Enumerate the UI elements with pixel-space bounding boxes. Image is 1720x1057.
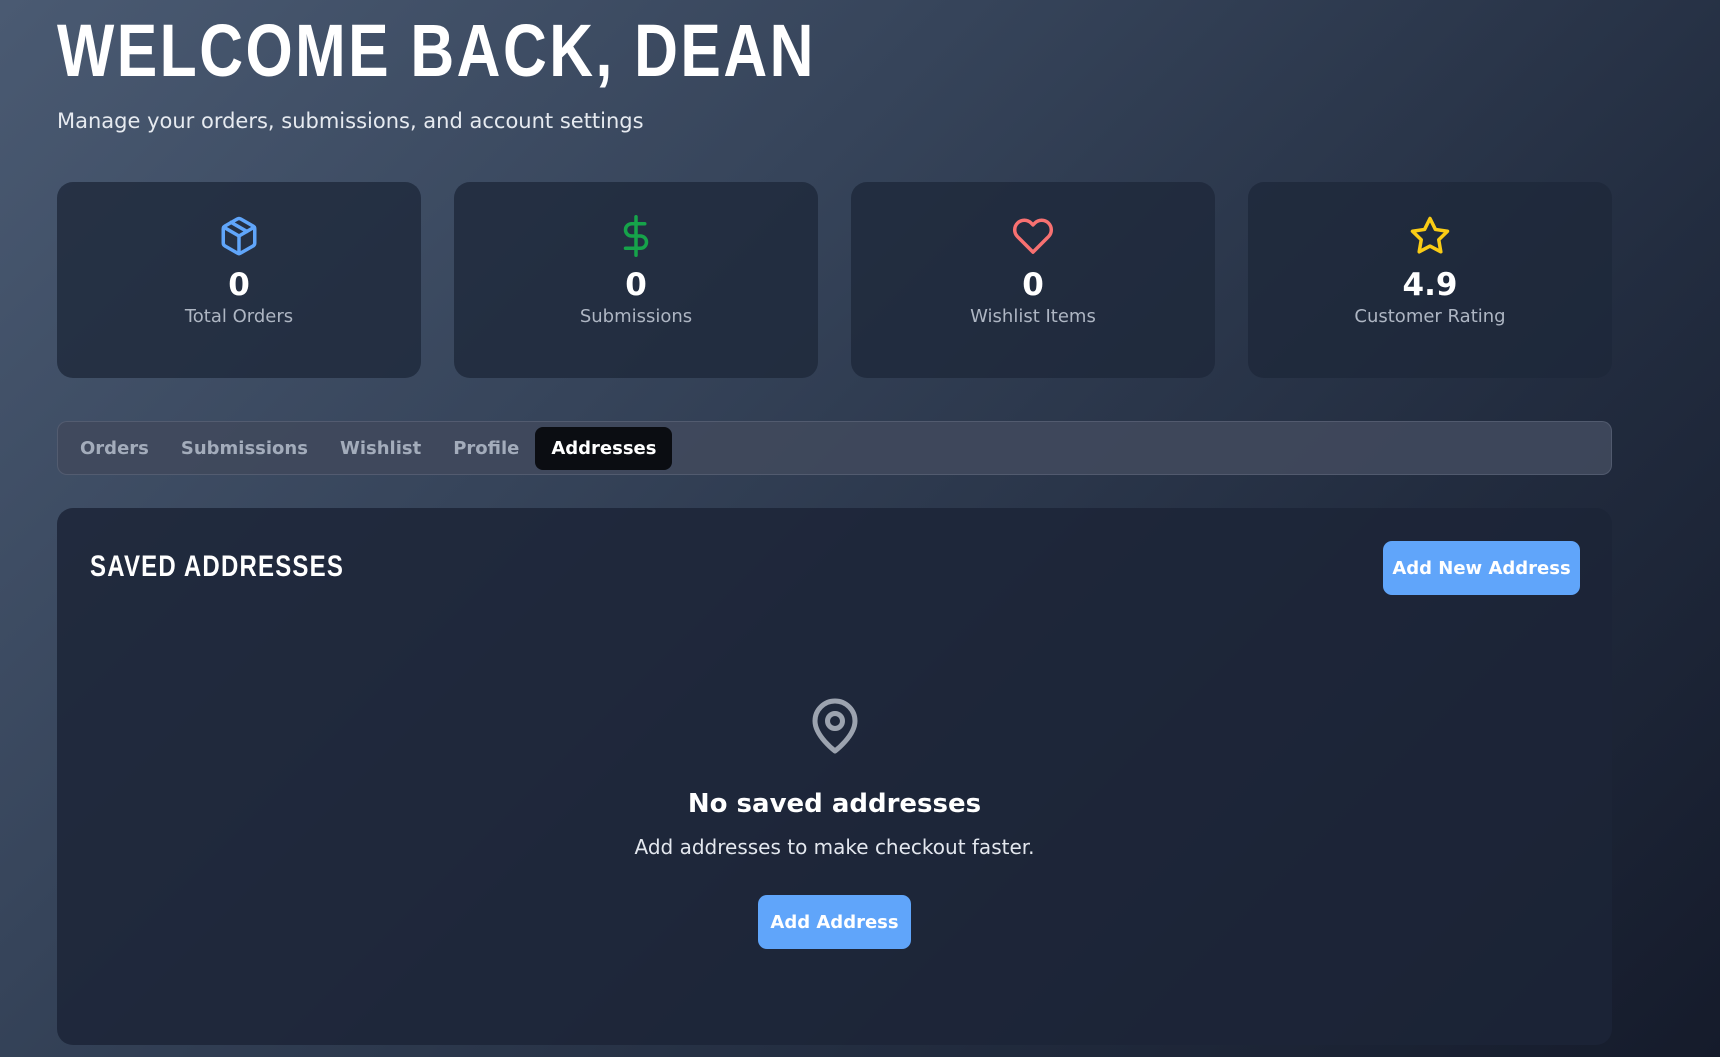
- star-icon: [1408, 214, 1452, 258]
- stat-value: 0: [228, 267, 250, 303]
- tab-profile[interactable]: Profile: [437, 427, 535, 470]
- section-title: SAVED ADDRESSES: [90, 550, 345, 583]
- empty-state-title: No saved addresses: [687, 789, 982, 819]
- package-icon: [217, 214, 261, 258]
- stat-label: Wishlist Items: [970, 306, 1096, 328]
- tab-addresses[interactable]: Addresses: [535, 426, 673, 470]
- saved-addresses-panel: SAVED ADDRESSES Add New Address No saved…: [57, 508, 1612, 1045]
- stat-value: 4.9: [1402, 267, 1458, 303]
- stat-value: 0: [1022, 267, 1044, 303]
- tab-submissions[interactable]: Submissions: [165, 427, 324, 470]
- stat-label: Total Orders: [184, 306, 294, 328]
- stat-label: Customer Rating: [1354, 306, 1506, 328]
- add-address-button[interactable]: Add Address: [758, 895, 911, 949]
- heart-icon: [1011, 214, 1055, 258]
- dollar-icon: [614, 214, 658, 258]
- stat-card-wishlist: 0 Wishlist Items: [851, 182, 1215, 378]
- tab-orders[interactable]: Orders: [64, 427, 165, 470]
- stat-card-total-orders: 0 Total Orders: [57, 182, 421, 378]
- add-new-address-button[interactable]: Add New Address: [1383, 541, 1580, 595]
- stats-row: 0 Total Orders 0 Submissions 0 Wishlist …: [57, 182, 1612, 378]
- account-tabs: Orders Submissions Wishlist Profile Addr…: [57, 421, 1612, 475]
- stat-value: 0: [625, 267, 647, 303]
- map-pin-icon: [805, 693, 865, 763]
- stat-card-submissions: 0 Submissions: [454, 182, 818, 378]
- empty-state: No saved addresses Add addresses to make…: [57, 693, 1612, 949]
- page-subtitle: Manage your orders, submissions, and acc…: [57, 109, 644, 133]
- tab-wishlist[interactable]: Wishlist: [324, 427, 437, 470]
- stat-card-customer-rating: 4.9 Customer Rating: [1248, 182, 1612, 378]
- stat-label: Submissions: [579, 306, 693, 328]
- empty-state-text: Add addresses to make checkout faster.: [634, 835, 1035, 859]
- page-title: WELCOME BACK, DEAN: [57, 9, 816, 92]
